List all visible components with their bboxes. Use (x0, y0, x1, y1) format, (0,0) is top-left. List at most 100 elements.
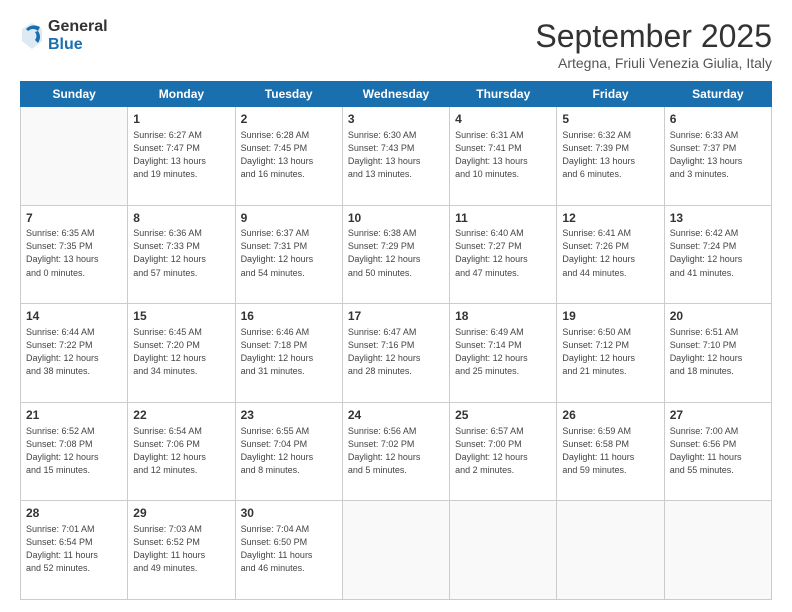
day-cell: 28Sunrise: 7:01 AM Sunset: 6:54 PM Dayli… (21, 501, 128, 600)
day-info: Sunrise: 6:50 AM Sunset: 7:12 PM Dayligh… (562, 326, 658, 378)
day-info: Sunrise: 6:46 AM Sunset: 7:18 PM Dayligh… (241, 326, 337, 378)
day-number: 7 (26, 210, 122, 227)
day-cell: 18Sunrise: 6:49 AM Sunset: 7:14 PM Dayli… (450, 304, 557, 403)
day-cell: 5Sunrise: 6:32 AM Sunset: 7:39 PM Daylig… (557, 107, 664, 206)
day-info: Sunrise: 6:41 AM Sunset: 7:26 PM Dayligh… (562, 227, 658, 279)
day-info: Sunrise: 6:33 AM Sunset: 7:37 PM Dayligh… (670, 129, 766, 181)
day-info: Sunrise: 6:31 AM Sunset: 7:41 PM Dayligh… (455, 129, 551, 181)
day-info: Sunrise: 6:52 AM Sunset: 7:08 PM Dayligh… (26, 425, 122, 477)
day-info: Sunrise: 6:47 AM Sunset: 7:16 PM Dayligh… (348, 326, 444, 378)
day-number: 12 (562, 210, 658, 227)
day-number: 14 (26, 308, 122, 325)
day-info: Sunrise: 6:30 AM Sunset: 7:43 PM Dayligh… (348, 129, 444, 181)
day-info: Sunrise: 6:37 AM Sunset: 7:31 PM Dayligh… (241, 227, 337, 279)
day-info: Sunrise: 6:54 AM Sunset: 7:06 PM Dayligh… (133, 425, 229, 477)
day-number: 5 (562, 111, 658, 128)
logo-general-text: General (48, 18, 108, 36)
header-friday: Friday (557, 82, 664, 107)
day-cell: 20Sunrise: 6:51 AM Sunset: 7:10 PM Dayli… (664, 304, 771, 403)
day-cell: 17Sunrise: 6:47 AM Sunset: 7:16 PM Dayli… (342, 304, 449, 403)
day-cell: 30Sunrise: 7:04 AM Sunset: 6:50 PM Dayli… (235, 501, 342, 600)
day-number: 6 (670, 111, 766, 128)
day-cell: 14Sunrise: 6:44 AM Sunset: 7:22 PM Dayli… (21, 304, 128, 403)
day-number: 28 (26, 505, 122, 522)
day-info: Sunrise: 6:38 AM Sunset: 7:29 PM Dayligh… (348, 227, 444, 279)
day-number: 26 (562, 407, 658, 424)
week-row-4: 21Sunrise: 6:52 AM Sunset: 7:08 PM Dayli… (21, 402, 772, 501)
day-number: 29 (133, 505, 229, 522)
day-number: 4 (455, 111, 551, 128)
day-cell: 27Sunrise: 7:00 AM Sunset: 6:56 PM Dayli… (664, 402, 771, 501)
day-cell: 12Sunrise: 6:41 AM Sunset: 7:26 PM Dayli… (557, 205, 664, 304)
day-info: Sunrise: 6:28 AM Sunset: 7:45 PM Dayligh… (241, 129, 337, 181)
day-info: Sunrise: 6:45 AM Sunset: 7:20 PM Dayligh… (133, 326, 229, 378)
day-cell: 8Sunrise: 6:36 AM Sunset: 7:33 PM Daylig… (128, 205, 235, 304)
day-number: 8 (133, 210, 229, 227)
logo: General Blue (20, 18, 108, 53)
day-info: Sunrise: 6:49 AM Sunset: 7:14 PM Dayligh… (455, 326, 551, 378)
day-cell: 2Sunrise: 6:28 AM Sunset: 7:45 PM Daylig… (235, 107, 342, 206)
day-info: Sunrise: 6:55 AM Sunset: 7:04 PM Dayligh… (241, 425, 337, 477)
calendar-table: Sunday Monday Tuesday Wednesday Thursday… (20, 81, 772, 600)
day-cell: 7Sunrise: 6:35 AM Sunset: 7:35 PM Daylig… (21, 205, 128, 304)
day-cell: 15Sunrise: 6:45 AM Sunset: 7:20 PM Dayli… (128, 304, 235, 403)
title-block: September 2025 Artegna, Friuli Venezia G… (535, 18, 772, 71)
day-info: Sunrise: 6:32 AM Sunset: 7:39 PM Dayligh… (562, 129, 658, 181)
day-number: 19 (562, 308, 658, 325)
day-number: 3 (348, 111, 444, 128)
day-number: 17 (348, 308, 444, 325)
header-sunday: Sunday (21, 82, 128, 107)
day-number: 11 (455, 210, 551, 227)
day-cell: 1Sunrise: 6:27 AM Sunset: 7:47 PM Daylig… (128, 107, 235, 206)
day-info: Sunrise: 6:59 AM Sunset: 6:58 PM Dayligh… (562, 425, 658, 477)
day-info: Sunrise: 6:56 AM Sunset: 7:02 PM Dayligh… (348, 425, 444, 477)
day-info: Sunrise: 6:44 AM Sunset: 7:22 PM Dayligh… (26, 326, 122, 378)
week-row-5: 28Sunrise: 7:01 AM Sunset: 6:54 PM Dayli… (21, 501, 772, 600)
day-info: Sunrise: 6:40 AM Sunset: 7:27 PM Dayligh… (455, 227, 551, 279)
day-cell: 21Sunrise: 6:52 AM Sunset: 7:08 PM Dayli… (21, 402, 128, 501)
week-row-2: 7Sunrise: 6:35 AM Sunset: 7:35 PM Daylig… (21, 205, 772, 304)
day-cell: 24Sunrise: 6:56 AM Sunset: 7:02 PM Dayli… (342, 402, 449, 501)
logo-blue-text: Blue (48, 36, 108, 54)
day-cell: 29Sunrise: 7:03 AM Sunset: 6:52 PM Dayli… (128, 501, 235, 600)
day-number: 10 (348, 210, 444, 227)
day-number: 24 (348, 407, 444, 424)
day-cell (450, 501, 557, 600)
day-number: 2 (241, 111, 337, 128)
day-number: 20 (670, 308, 766, 325)
day-cell (557, 501, 664, 600)
header-monday: Monday (128, 82, 235, 107)
day-number: 22 (133, 407, 229, 424)
day-info: Sunrise: 6:57 AM Sunset: 7:00 PM Dayligh… (455, 425, 551, 477)
header: General Blue September 2025 Artegna, Fri… (20, 18, 772, 71)
day-info: Sunrise: 7:04 AM Sunset: 6:50 PM Dayligh… (241, 523, 337, 575)
week-row-1: 1Sunrise: 6:27 AM Sunset: 7:47 PM Daylig… (21, 107, 772, 206)
month-title: September 2025 (535, 18, 772, 55)
day-info: Sunrise: 6:51 AM Sunset: 7:10 PM Dayligh… (670, 326, 766, 378)
day-cell (21, 107, 128, 206)
day-info: Sunrise: 7:01 AM Sunset: 6:54 PM Dayligh… (26, 523, 122, 575)
day-cell: 23Sunrise: 6:55 AM Sunset: 7:04 PM Dayli… (235, 402, 342, 501)
day-cell: 22Sunrise: 6:54 AM Sunset: 7:06 PM Dayli… (128, 402, 235, 501)
day-cell: 10Sunrise: 6:38 AM Sunset: 7:29 PM Dayli… (342, 205, 449, 304)
weekday-header-row: Sunday Monday Tuesday Wednesday Thursday… (21, 82, 772, 107)
week-row-3: 14Sunrise: 6:44 AM Sunset: 7:22 PM Dayli… (21, 304, 772, 403)
header-wednesday: Wednesday (342, 82, 449, 107)
day-cell: 11Sunrise: 6:40 AM Sunset: 7:27 PM Dayli… (450, 205, 557, 304)
day-cell: 4Sunrise: 6:31 AM Sunset: 7:41 PM Daylig… (450, 107, 557, 206)
day-cell: 26Sunrise: 6:59 AM Sunset: 6:58 PM Dayli… (557, 402, 664, 501)
day-info: Sunrise: 6:27 AM Sunset: 7:47 PM Dayligh… (133, 129, 229, 181)
day-number: 15 (133, 308, 229, 325)
day-cell: 9Sunrise: 6:37 AM Sunset: 7:31 PM Daylig… (235, 205, 342, 304)
day-info: Sunrise: 6:35 AM Sunset: 7:35 PM Dayligh… (26, 227, 122, 279)
day-cell: 19Sunrise: 6:50 AM Sunset: 7:12 PM Dayli… (557, 304, 664, 403)
day-number: 9 (241, 210, 337, 227)
day-number: 27 (670, 407, 766, 424)
day-cell (342, 501, 449, 600)
day-number: 13 (670, 210, 766, 227)
header-saturday: Saturday (664, 82, 771, 107)
day-number: 1 (133, 111, 229, 128)
day-info: Sunrise: 6:42 AM Sunset: 7:24 PM Dayligh… (670, 227, 766, 279)
header-tuesday: Tuesday (235, 82, 342, 107)
day-info: Sunrise: 6:36 AM Sunset: 7:33 PM Dayligh… (133, 227, 229, 279)
